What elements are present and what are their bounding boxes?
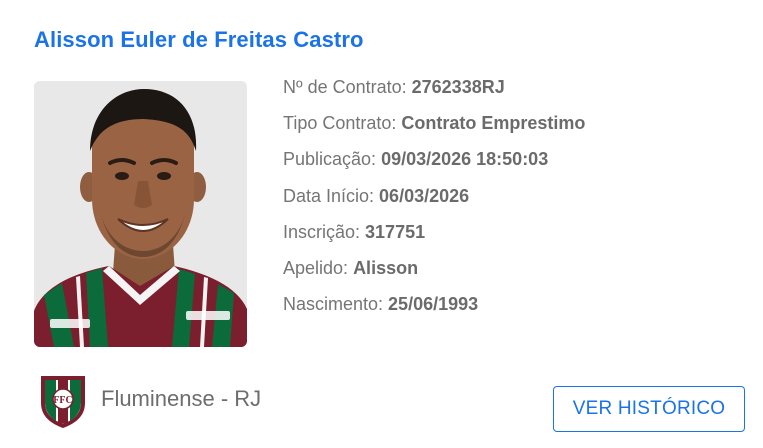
- club-crest-icon: FFC: [38, 373, 88, 429]
- detail-label: Nº de Contrato:: [283, 77, 412, 97]
- detail-value: 09/03/2026 18:50:03: [381, 149, 549, 170]
- detail-contract-type: Tipo Contrato: Contrato Emprestimo: [283, 109, 585, 145]
- detail-value: 25/06/1993: [388, 294, 479, 315]
- detail-publication: Publicação: 09/03/2026 18:50:03: [283, 145, 585, 181]
- crest-monogram: FFC: [53, 395, 72, 406]
- detail-value: Contrato Emprestimo: [401, 113, 586, 134]
- contract-details-list: Nº de Contrato: 2762338RJ Tipo Contrato:…: [283, 73, 585, 326]
- detail-registration: Inscrição: 317751: [283, 218, 585, 254]
- player-contract-card: Alisson Euler de Freitas Castro Nº de Co…: [0, 0, 763, 448]
- detail-value: 317751: [365, 221, 426, 242]
- detail-birth-date: Nascimento: 25/06/1993: [283, 290, 585, 326]
- view-history-button[interactable]: VER HISTÓRICO: [553, 386, 745, 432]
- player-name: Alisson Euler de Freitas Castro: [34, 27, 364, 52]
- detail-label: Publicação:: [283, 149, 382, 170]
- detail-value: 06/03/2026: [379, 185, 470, 206]
- detail-label: Tipo Contrato:: [283, 113, 402, 134]
- detail-contract-number: Nº de Contrato: 2762338RJ: [283, 73, 585, 109]
- detail-value: 2762338RJ: [411, 77, 505, 97]
- detail-value: Alisson: [353, 257, 419, 278]
- player-photo: [34, 81, 247, 347]
- club-name: Fluminense - RJ: [101, 386, 262, 411]
- detail-label: Apelido:: [283, 257, 354, 278]
- detail-start-date: Data Início: 06/03/2026: [283, 182, 585, 218]
- detail-label: Nascimento:: [283, 294, 389, 315]
- detail-label: Inscrição:: [283, 221, 366, 242]
- detail-label: Data Início:: [283, 185, 380, 206]
- detail-nickname: Apelido: Alisson: [283, 254, 585, 290]
